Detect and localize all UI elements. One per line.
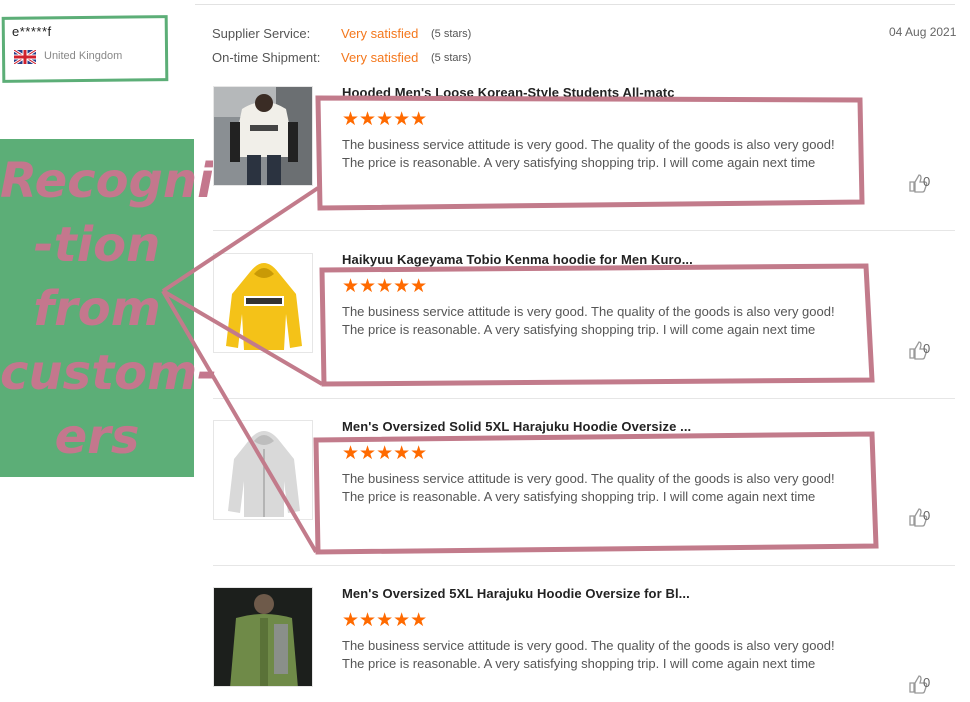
highlight-callout-overlay: [161, 95, 879, 555]
highlight-box-3: [313, 431, 879, 555]
highlight-box-2: [319, 263, 875, 387]
highlight-box-1: [315, 95, 865, 211]
